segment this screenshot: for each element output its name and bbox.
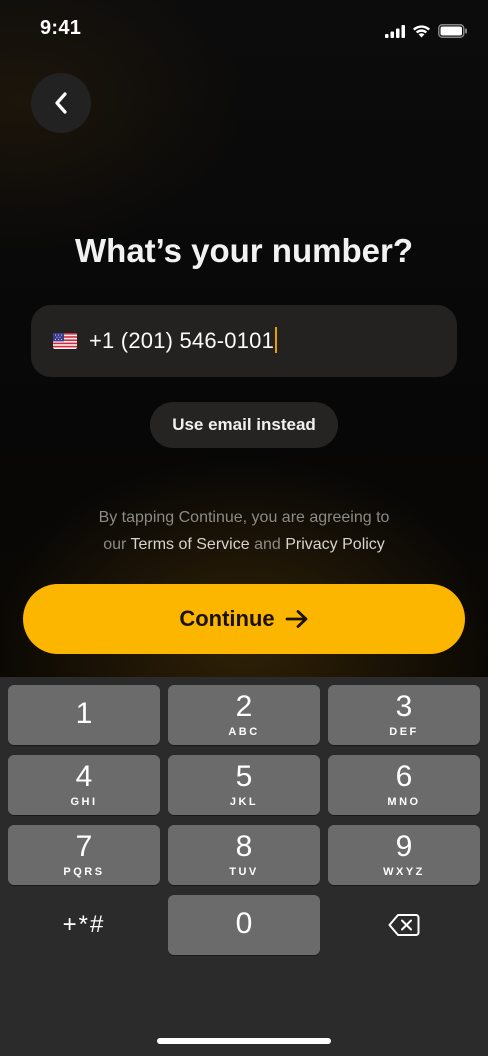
text-caret (275, 327, 278, 353)
terms-and-text: and (254, 536, 281, 553)
phone-number-input[interactable]: +1 (201) 546-0101 (89, 327, 278, 354)
key-9[interactable]: 9 WXYZ (328, 825, 480, 885)
phone-number-screen: 9:41 What’s your number? +1 (201) 546-01… (0, 0, 488, 1056)
phone-number-value: +1 (201) 546-0101 (89, 328, 275, 353)
terms-line-1: By tapping Continue, you are agreeing to (98, 509, 390, 526)
delete-key[interactable] (328, 895, 480, 955)
key-letters: MNO (387, 796, 421, 808)
key-letters: ABC (228, 726, 260, 738)
key-5[interactable]: 5 JKL (168, 755, 320, 815)
numeric-keypad: 1 2 ABC 3 DEF 4 GHI 5 JKL 6 MNO 7 PQRS 8… (0, 677, 488, 1056)
key-letters: GHI (70, 796, 98, 808)
key-letters: WXYZ (383, 866, 425, 878)
continue-button-label: Continue (179, 606, 275, 631)
terms-our-text: our (103, 536, 127, 553)
page-title: What’s your number? (75, 232, 413, 269)
key-1[interactable]: 1 (8, 685, 160, 745)
status-time: 9:41 (40, 17, 82, 39)
chevron-left-icon (55, 92, 67, 114)
privacy-policy-link[interactable]: Privacy Policy (285, 536, 385, 553)
key-letters: DEF (389, 726, 419, 738)
key-6[interactable]: 6 MNO (328, 755, 480, 815)
key-0[interactable]: 0 (168, 895, 320, 955)
key-letters: JKL (229, 796, 259, 808)
terms-of-service-link[interactable]: Terms of Service (130, 536, 249, 553)
key-digit: 4 (75, 760, 93, 793)
key-digit: 9 (395, 830, 413, 863)
backspace-icon (388, 914, 420, 936)
key-digit: 0 (235, 907, 253, 940)
us-flag-icon[interactable] (53, 333, 77, 349)
status-bar: 9:41 (0, 0, 488, 60)
key-digit: 1 (75, 697, 93, 730)
key-4[interactable]: 4 GHI (8, 755, 160, 815)
arrow-right-icon (285, 610, 308, 628)
key-3[interactable]: 3 DEF (328, 685, 480, 745)
wifi-icon (413, 25, 430, 38)
key-digit: 7 (75, 830, 93, 863)
back-button[interactable] (31, 73, 91, 133)
key-digit: 2 (235, 690, 253, 723)
battery-icon (438, 24, 467, 38)
terms-notice: By tapping Continue, you are agreeing to… (0, 504, 488, 558)
key-letters: TUV (229, 866, 259, 878)
status-icons (385, 20, 468, 42)
key-8[interactable]: 8 TUV (168, 825, 320, 885)
phone-number-field[interactable]: +1 (201) 546-0101 (31, 305, 457, 377)
key-digit: 8 (235, 830, 253, 863)
key-digit: 3 (395, 690, 413, 723)
key-letters: PQRS (63, 866, 105, 878)
continue-button[interactable]: Continue (23, 584, 465, 654)
use-email-button[interactable]: Use email instead (150, 402, 338, 448)
key-2[interactable]: 2 ABC (168, 685, 320, 745)
symbols-key[interactable]: +*# (8, 895, 160, 955)
home-indicator[interactable] (157, 1038, 331, 1044)
key-digit: 6 (395, 760, 413, 793)
key-digit: 5 (235, 760, 253, 793)
cellular-signal-icon (385, 24, 405, 38)
key-7[interactable]: 7 PQRS (8, 825, 160, 885)
terms-line-2: our Terms of Service and Privacy Policy (0, 531, 488, 558)
